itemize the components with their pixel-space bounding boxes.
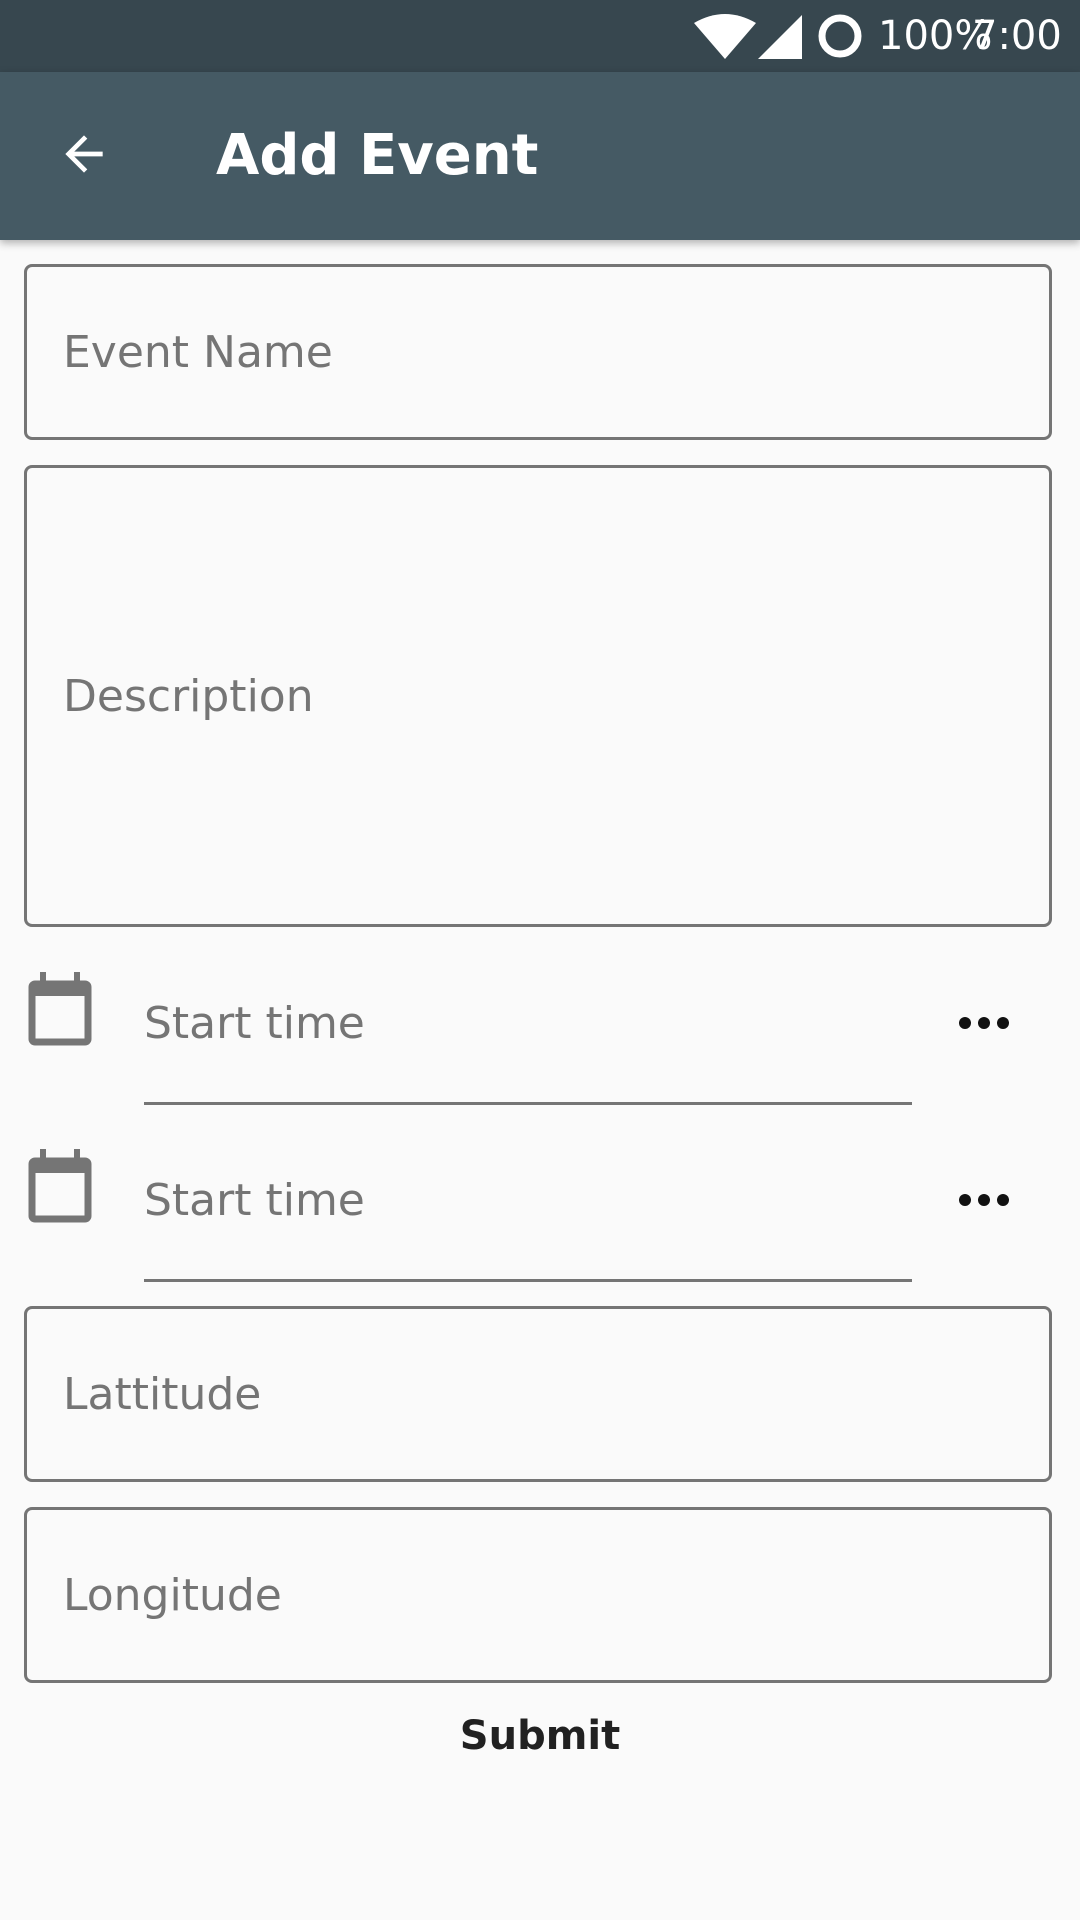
signal-icon — [756, 0, 802, 72]
description-field[interactable]: Description — [24, 465, 1052, 927]
calendar-icon — [28, 1149, 92, 1223]
start-time-input-2[interactable]: Start time — [144, 1157, 912, 1245]
start-time-row-1: Start time — [0, 972, 1080, 1122]
latitude-placeholder: Lattitude — [63, 1368, 262, 1420]
page-title: Add Event — [216, 123, 539, 188]
submit-button[interactable]: Submit — [400, 1700, 680, 1772]
event-name-placeholder: Event Name — [63, 326, 333, 378]
app-bar: Add Event — [0, 72, 1080, 240]
arrow-back-icon — [56, 126, 112, 186]
status-bar: 100% 7:00 — [0, 0, 1080, 72]
wifi-icon — [694, 0, 756, 72]
status-time: 7:00 — [972, 13, 1062, 59]
start-time-picker-button-2[interactable] — [940, 1157, 1028, 1245]
more-horiz-icon — [958, 1015, 1010, 1034]
start-time-underline-1 — [144, 1102, 912, 1105]
start-time-picker-button-1[interactable] — [940, 980, 1028, 1068]
start-time-row-2: Start time — [0, 1149, 1080, 1299]
battery-ring-icon — [816, 0, 864, 72]
longitude-field[interactable]: Longitude — [24, 1507, 1052, 1683]
event-name-field[interactable]: Event Name — [24, 264, 1052, 440]
start-time-underline-2 — [144, 1279, 912, 1282]
latitude-field[interactable]: Lattitude — [24, 1306, 1052, 1482]
longitude-placeholder: Longitude — [63, 1569, 282, 1621]
more-horiz-icon — [958, 1192, 1010, 1211]
calendar-icon — [28, 972, 92, 1046]
start-time-input-1[interactable]: Start time — [144, 980, 912, 1068]
description-placeholder: Description — [63, 670, 314, 722]
back-button[interactable] — [36, 108, 132, 204]
